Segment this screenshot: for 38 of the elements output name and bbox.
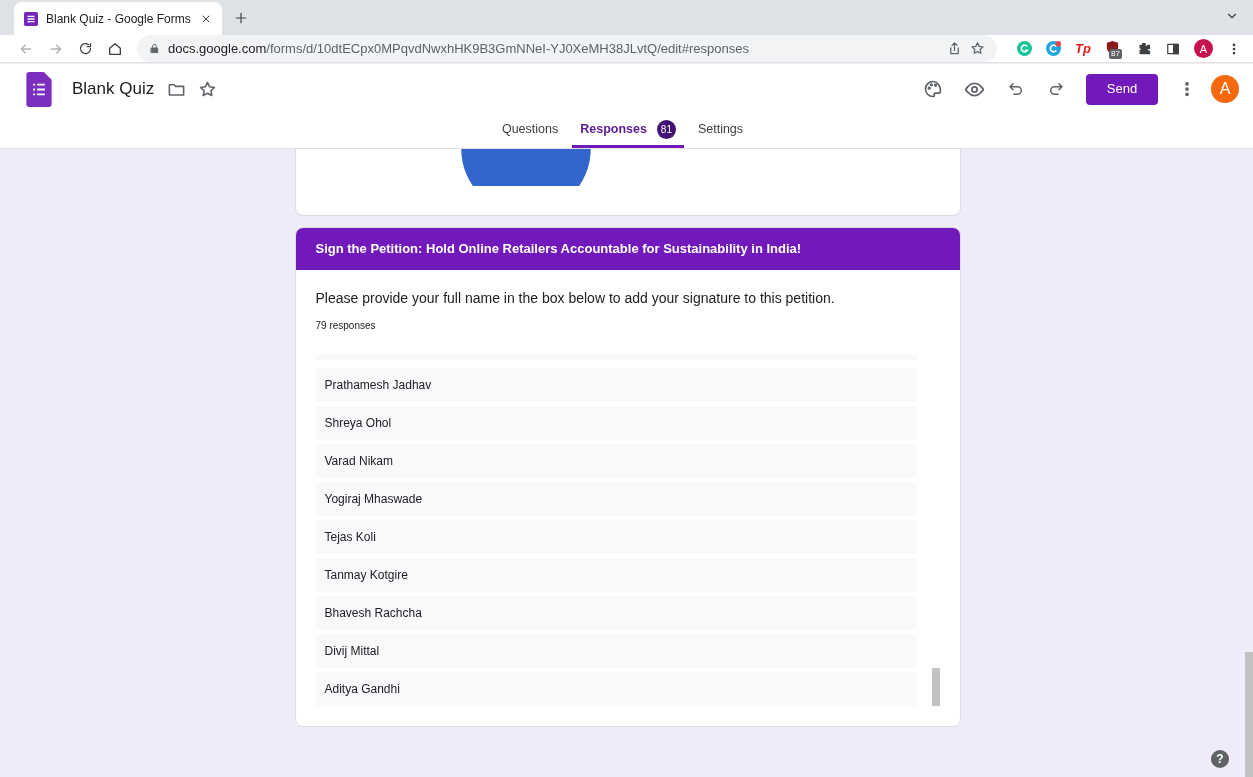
puzzle-icon[interactable] — [1137, 41, 1152, 57]
url-text: docs.google.com/forms/d/10dtECpx0MPqvdNwxhHK9B3GmNNeI-YJ0XeMH38JLvtQ/edit#responses — [168, 40, 750, 59]
form-title[interactable]: Blank Quiz — [72, 76, 155, 102]
side-panel-icon[interactable] — [1166, 41, 1180, 56]
response-row: Prathamesh Jadhav — [315, 368, 917, 402]
nav-tab[interactable]: Questions — [493, 113, 567, 148]
send-button[interactable]: Send — [1086, 73, 1158, 105]
response-row: Aditya Gandhi — [315, 672, 917, 706]
tab-title: Blank Quiz - Google Forms — [46, 10, 192, 28]
response-row: Varad Nikam — [315, 444, 917, 478]
lock-icon — [149, 43, 160, 55]
forms-logo-icon[interactable] — [26, 71, 52, 107]
extension-button[interactable]: Tp — [1075, 42, 1091, 56]
reload-icon[interactable] — [78, 41, 93, 57]
palette-icon[interactable] — [923, 79, 943, 100]
extension-icon[interactable] — [1046, 41, 1062, 57]
scrollbar-thumb[interactable] — [931, 668, 940, 706]
address-bar[interactable]: docs.google.com/forms/d/10dtECpx0MPqvdNwxhHK9B3GmNNeI-YJ0XeMH38JLvtQ/edit#responses — [137, 35, 998, 63]
help-icon[interactable]: ? — [1211, 750, 1229, 768]
response-row: Yogiraj Mhaswade — [315, 482, 917, 516]
star-icon[interactable] — [198, 79, 218, 99]
response-row: Tanmay Kotgire — [315, 558, 917, 592]
nav-tab[interactable]: Settings — [689, 113, 752, 148]
section-title: Sign the Petition: Hold Online Retailers Accountable for Sustainability in India! — [315, 240, 802, 259]
question-text: Please provide your full name in the box below to add your signature to this petition. — [315, 289, 836, 308]
star-icon[interactable] — [970, 41, 986, 57]
response-row: Tejas Koli — [315, 520, 917, 554]
response-row: Shreya Ohol — [315, 406, 917, 440]
home-icon[interactable] — [107, 40, 123, 57]
profile-avatar[interactable]: A — [1194, 39, 1213, 59]
plus-icon[interactable] — [234, 11, 248, 26]
response-count: 79 responses — [315, 319, 377, 333]
forms-icon — [24, 11, 38, 26]
response-row: Bhavesh Rachcha — [315, 596, 917, 630]
page-scrollbar[interactable] — [1245, 652, 1253, 777]
response-row: Divij Mittal — [315, 634, 917, 668]
browser-tab[interactable]: Blank Quiz - Google Forms — [14, 2, 222, 36]
count-badge: 81 — [656, 119, 676, 139]
